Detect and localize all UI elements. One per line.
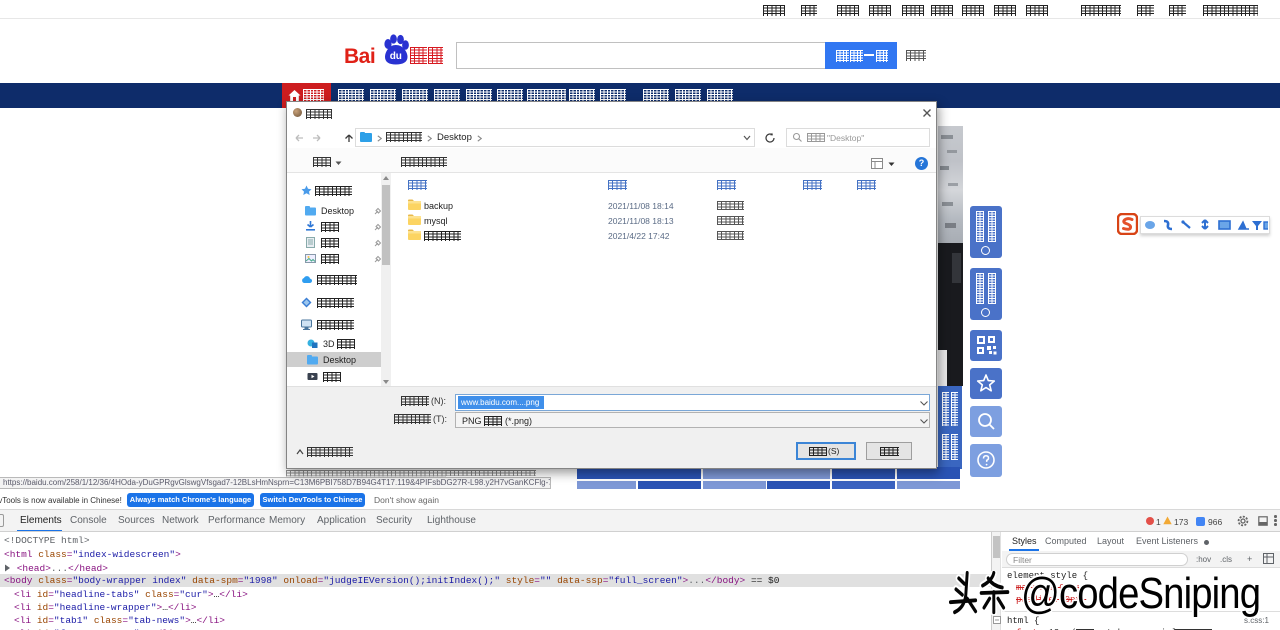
svg-text:du: du xyxy=(390,51,402,62)
